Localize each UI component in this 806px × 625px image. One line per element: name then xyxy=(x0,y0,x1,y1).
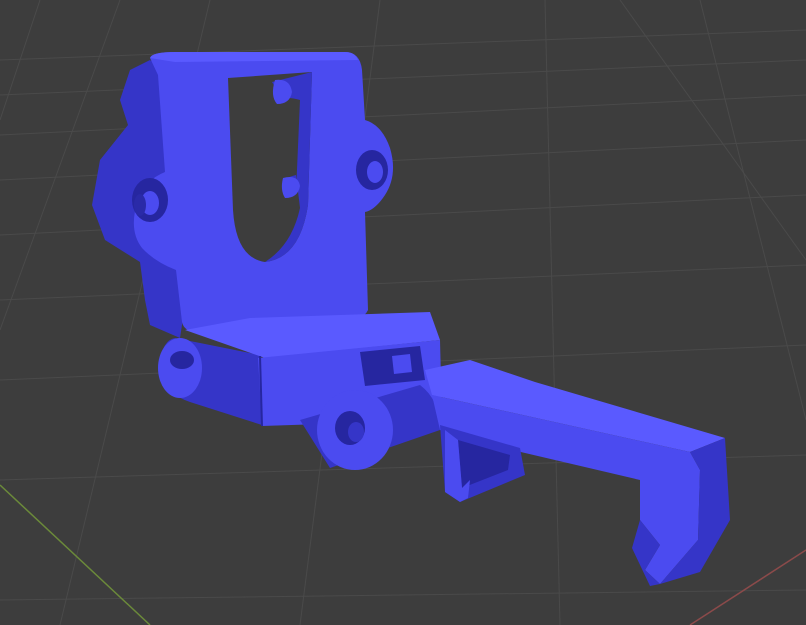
3d-viewport[interactable] xyxy=(0,0,806,625)
left-mount-hole-shadow xyxy=(134,194,146,216)
viewport-canvas[interactable] xyxy=(0,0,806,625)
hinge-left-bore xyxy=(170,351,194,369)
hinge-pocket xyxy=(360,346,425,386)
right-mount-hole-inner xyxy=(367,161,383,183)
hinge-right-bore-inner xyxy=(348,422,364,442)
hinge-pocket-pin xyxy=(392,354,412,374)
